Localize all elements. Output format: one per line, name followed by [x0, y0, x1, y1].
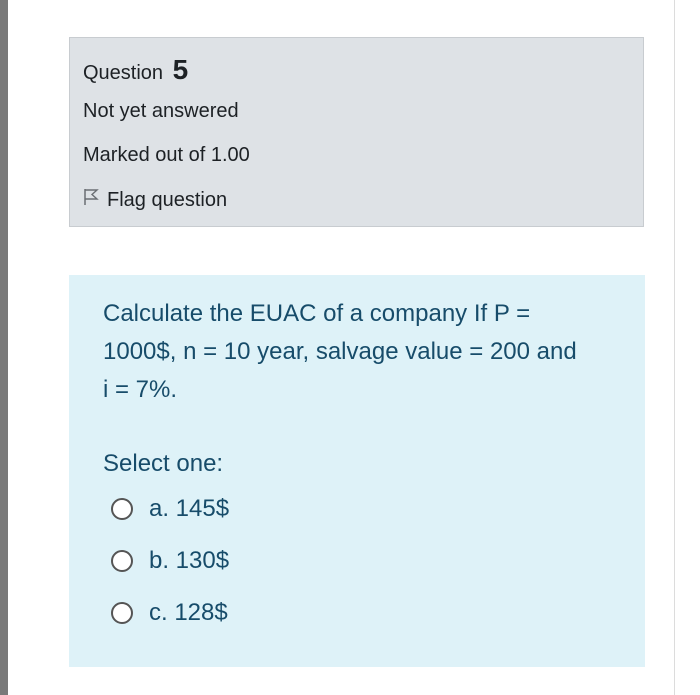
answer-option-c[interactable]: c. 128$ — [111, 599, 228, 627]
question-state: Not yet answered — [83, 100, 239, 122]
question-content-panel: Calculate the EUAC of a company If P = 1… — [69, 275, 645, 667]
flag-question-link[interactable]: Flag question — [83, 188, 227, 212]
radio-button[interactable] — [111, 602, 133, 624]
flag-question-label: Flag question — [107, 188, 228, 211]
question-text-line: 1000$, n = 10 year, salvage value = 200 … — [103, 338, 577, 365]
answer-option-label: c. 128$ — [149, 599, 228, 626]
question-text: Calculate the EUAC of a company If P = 1… — [103, 295, 623, 409]
answer-option-label: b. 130$ — [149, 547, 230, 574]
radio-button[interactable] — [111, 498, 133, 520]
question-text-line: i = 7%. — [103, 376, 178, 403]
answer-option-b[interactable]: b. 130$ — [111, 547, 229, 575]
radio-button[interactable] — [111, 550, 133, 572]
question-grade: Marked out of 1.00 — [83, 144, 250, 166]
select-prompt: Select one: — [103, 450, 224, 477]
question-info-panel: Question 5 Not yet answered Marked out o… — [69, 37, 644, 227]
question-number: Question 5 — [83, 54, 188, 86]
question-page: Question 5 Not yet answered Marked out o… — [8, 0, 675, 695]
flag-icon — [83, 188, 107, 212]
question-text-line: Calculate the EUAC of a company If P = — [103, 300, 531, 327]
question-label: Question — [83, 62, 164, 84]
question-number-value: 5 — [172, 54, 189, 85]
answer-option-a[interactable]: a. 145$ — [111, 495, 229, 523]
left-border — [0, 0, 8, 695]
answer-option-label: a. 145$ — [149, 495, 230, 522]
